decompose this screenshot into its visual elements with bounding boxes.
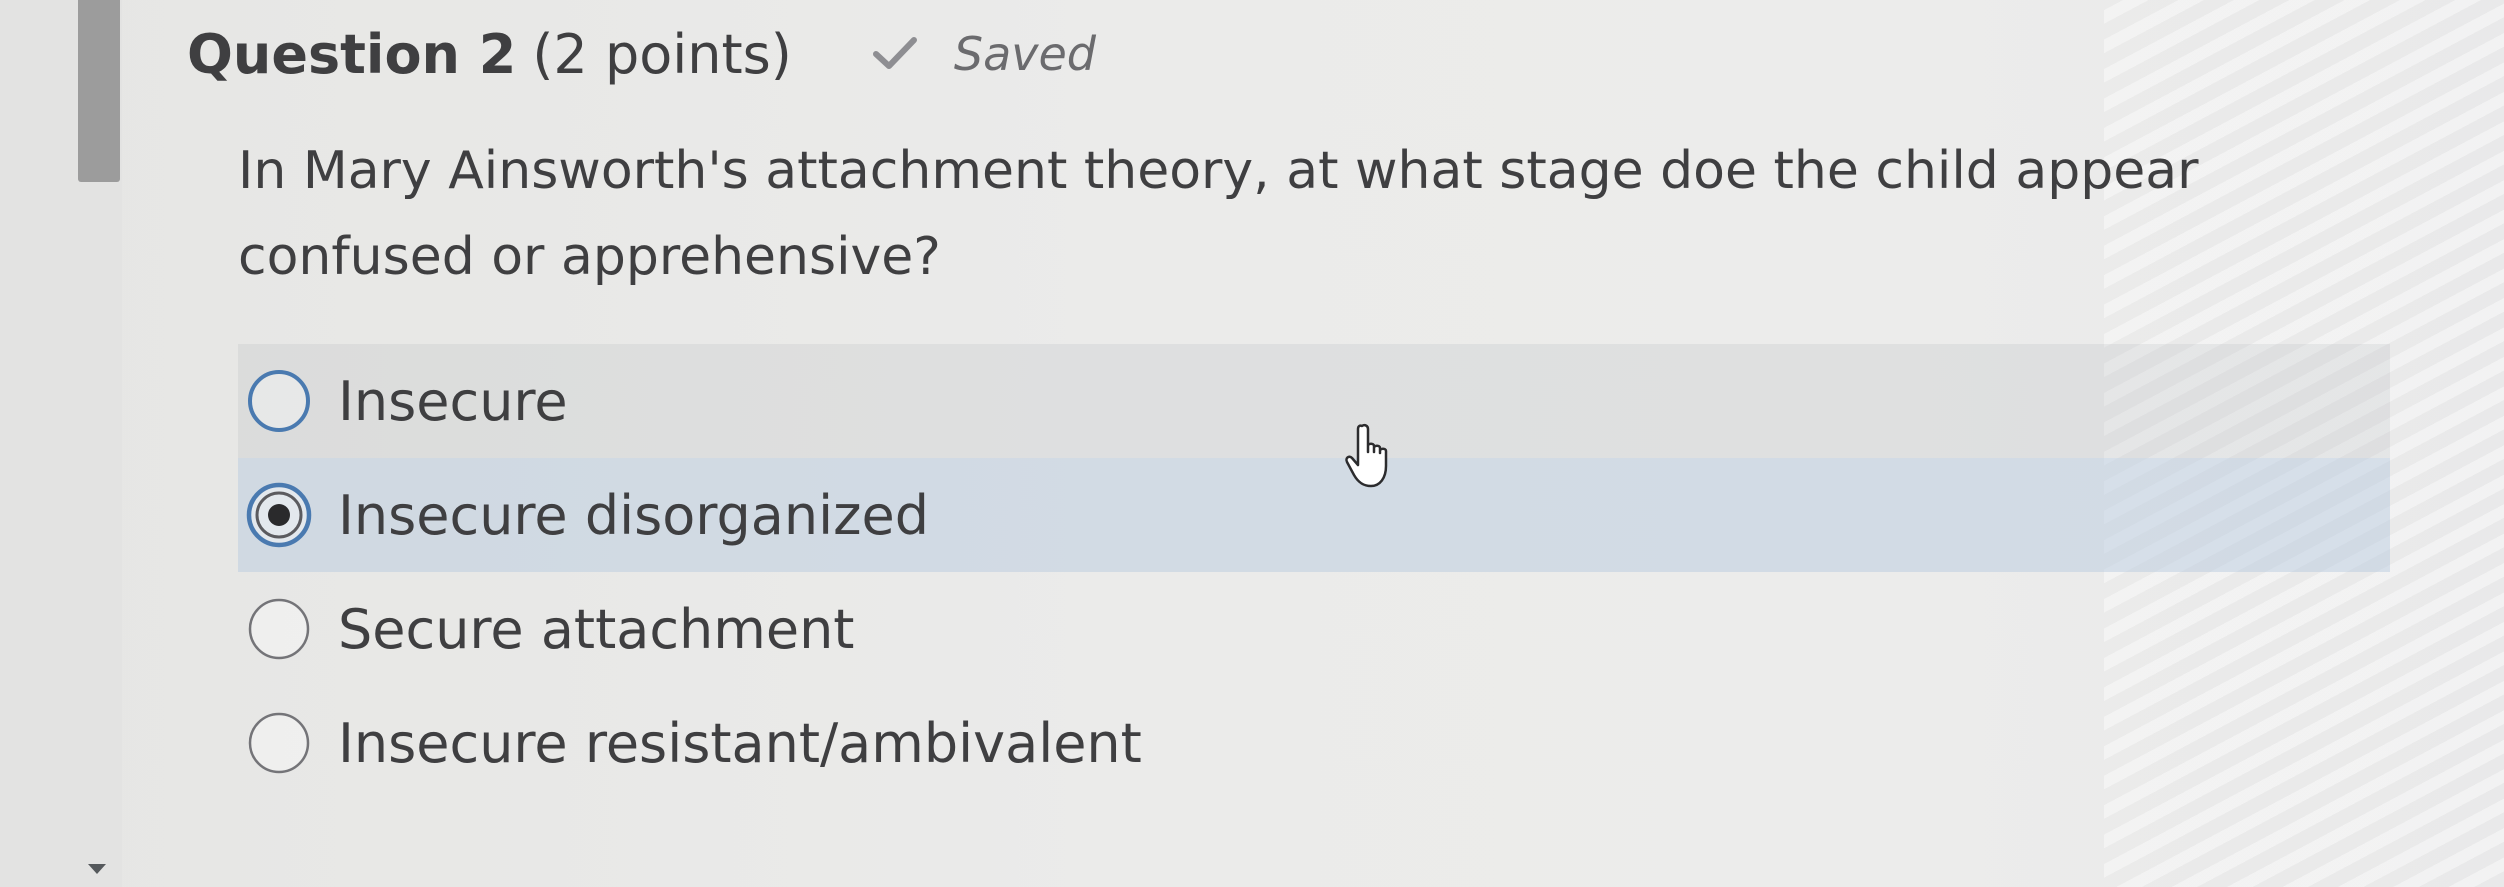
- question-points: (2 points): [532, 22, 792, 86]
- left-scroll-rail: [0, 0, 122, 887]
- question-header: Question 2 (2 points) Saved: [187, 14, 1096, 94]
- question-text: In Mary Ainsworth's attachment theory, a…: [238, 141, 2199, 287]
- option-label: Insecure resistant/ambivalent: [338, 711, 1142, 775]
- saved-status: Saved: [870, 27, 1096, 81]
- checkmark-icon: [872, 37, 917, 69]
- option-insecure[interactable]: Insecure: [238, 344, 2390, 458]
- hand-pointer-icon: [1345, 423, 1388, 488]
- option-label: Insecure: [338, 369, 568, 433]
- radio-button[interactable]: [246, 710, 312, 776]
- scrollbar-thumb[interactable]: [78, 0, 120, 182]
- radio-button[interactable]: [246, 368, 312, 434]
- chevron-down-icon[interactable]: [88, 864, 106, 874]
- radio-button[interactable]: [246, 596, 312, 662]
- option-insecure-resistant-ambivalent[interactable]: Insecure resistant/ambivalent: [238, 686, 2390, 800]
- answer-options: Insecure Insecure disorganized Secure at…: [238, 344, 2390, 800]
- saved-label: Saved: [953, 27, 1096, 81]
- radio-button-checked[interactable]: [246, 482, 312, 548]
- option-label: Secure attachment: [338, 597, 855, 661]
- option-insecure-disorganized[interactable]: Insecure disorganized: [238, 458, 2390, 572]
- option-label: Insecure disorganized: [338, 483, 929, 547]
- question-title: Question 2: [187, 22, 517, 86]
- option-secure-attachment[interactable]: Secure attachment: [238, 572, 2390, 686]
